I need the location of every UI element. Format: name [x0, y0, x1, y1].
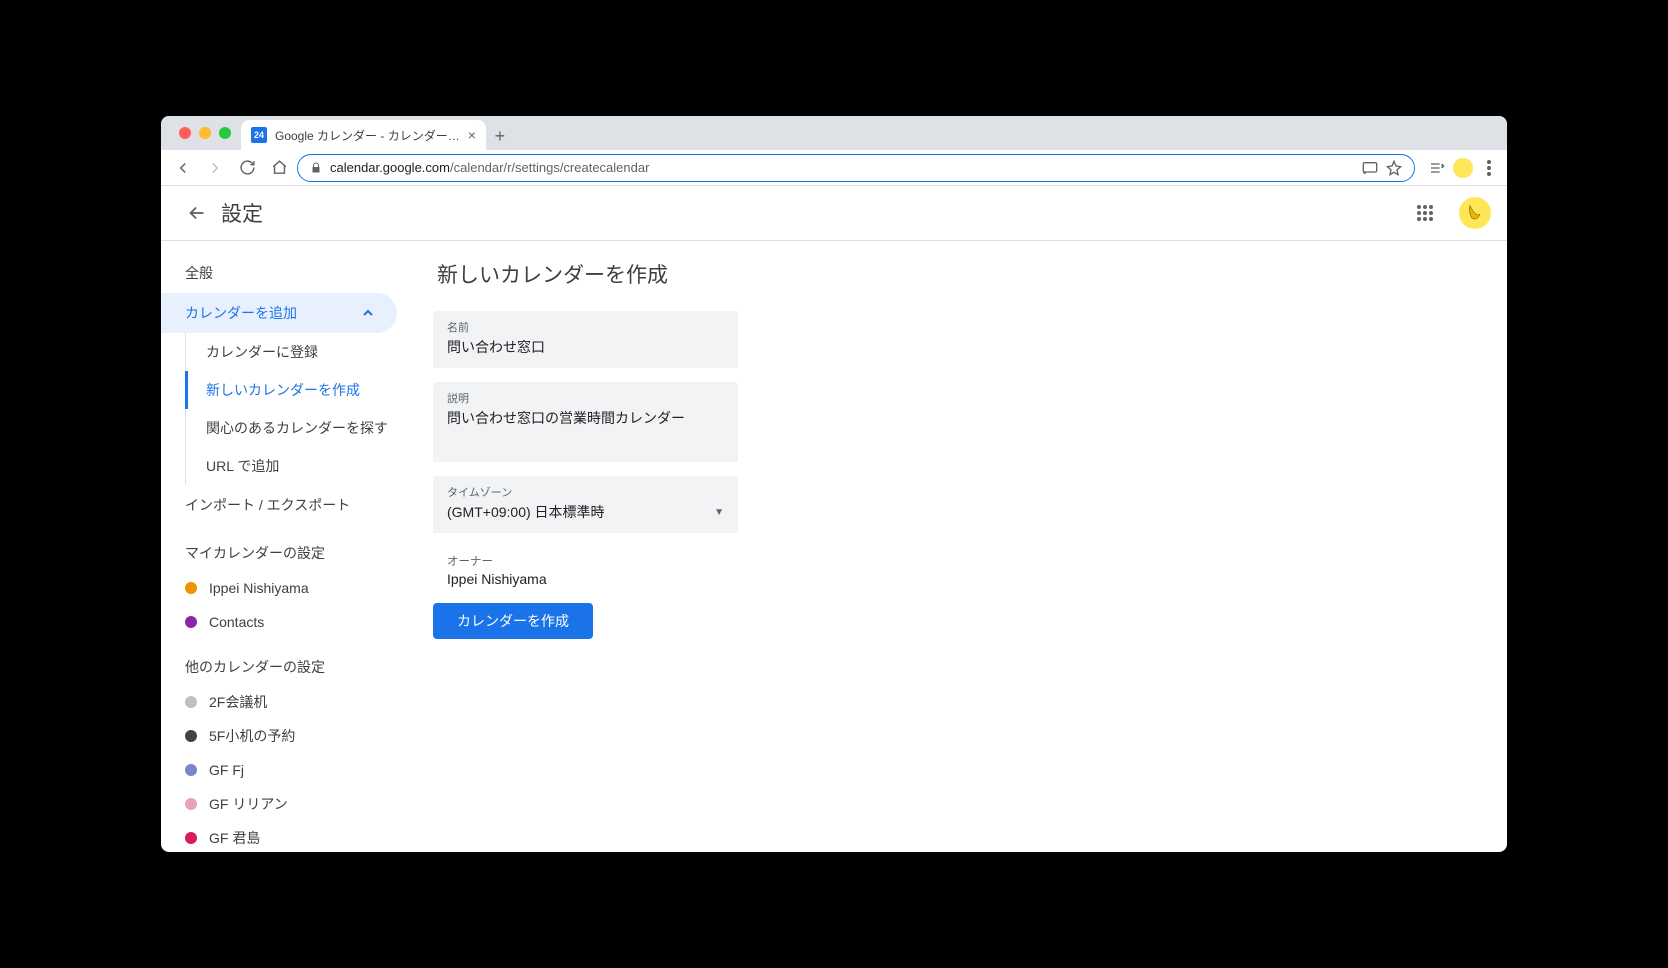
extension-icon[interactable]	[1427, 158, 1447, 178]
sidebar-item-add-calendar[interactable]: カレンダーを追加	[161, 293, 397, 333]
description-label: 説明	[447, 390, 724, 406]
calendar-color-dot	[185, 730, 197, 742]
lock-icon	[310, 162, 322, 174]
timezone-value: (GMT+09:00) 日本標準時	[447, 502, 605, 522]
sidebar-item-subscribe[interactable]: カレンダーに登録	[186, 333, 417, 371]
calendar-item[interactable]: GF リリアン	[161, 787, 417, 821]
profile-extension-icon[interactable]	[1453, 158, 1473, 178]
browser-tab[interactable]: 24 Google カレンダー - カレンダー… ×	[241, 120, 486, 150]
chevron-up-icon	[363, 308, 373, 318]
bookmark-star-icon[interactable]	[1386, 160, 1402, 176]
maximize-window-button[interactable]	[219, 127, 231, 139]
browser-toolbar: calendar.google.com/calendar/r/settings/…	[161, 150, 1507, 186]
description-field[interactable]: 説明 問い合わせ窓口の営業時間カレンダー	[433, 382, 738, 462]
calendar-color-dot	[185, 832, 197, 844]
browser-menu-icon[interactable]	[1479, 158, 1499, 178]
tab-favicon: 24	[251, 127, 267, 143]
calendar-item-label: Contacts	[209, 614, 264, 630]
extension-area	[1419, 158, 1499, 178]
calendar-color-dot	[185, 616, 197, 628]
browser-tab-bar: 24 Google カレンダー - カレンダー… × +	[161, 116, 1507, 150]
sidebar-item-url[interactable]: URL で追加	[186, 447, 417, 485]
back-button[interactable]	[169, 154, 197, 182]
create-calendar-button[interactable]: カレンダーを作成	[433, 603, 593, 639]
timezone-label: タイムゾーン	[447, 484, 605, 500]
forward-button[interactable]	[201, 154, 229, 182]
settings-back-button[interactable]	[177, 193, 217, 233]
calendar-color-dot	[185, 798, 197, 810]
close-window-button[interactable]	[179, 127, 191, 139]
name-label: 名前	[447, 319, 724, 335]
home-button[interactable]	[265, 154, 293, 182]
my-calendars-header: マイカレンダーの設定	[161, 525, 417, 571]
form-heading: 新しいカレンダーを作成	[433, 259, 1093, 289]
calendar-item[interactable]: GF 君島	[161, 821, 417, 852]
calendar-item[interactable]: Contacts	[161, 605, 417, 639]
chevron-down-icon: ▼	[714, 507, 724, 522]
add-calendar-submenu: カレンダーに登録 新しいカレンダーを作成 関心のあるカレンダーを探す URL で…	[185, 333, 417, 485]
calendar-item-label: Ippei Nishiyama	[209, 580, 309, 596]
calendar-item[interactable]: 5F小机の予約	[161, 719, 417, 753]
sidebar-item-import-export[interactable]: インポート / エクスポート	[161, 485, 397, 525]
name-value: 問い合わせ窓口	[447, 337, 724, 357]
close-tab-icon[interactable]: ×	[468, 127, 476, 143]
description-value: 問い合わせ窓口の営業時間カレンダー	[447, 408, 724, 428]
name-field[interactable]: 名前 問い合わせ窓口	[433, 311, 738, 368]
other-calendars-header: 他のカレンダーの設定	[161, 639, 417, 685]
window-controls	[169, 116, 241, 150]
owner-label: オーナー	[447, 553, 1089, 569]
sidebar-item-label: カレンダーを追加	[185, 303, 297, 323]
calendar-color-dot	[185, 696, 197, 708]
calendar-item-label: GF リリアン	[209, 794, 288, 814]
cast-icon[interactable]	[1362, 161, 1378, 175]
calendar-item-label: GF Fj	[209, 762, 244, 778]
sidebar-item-general[interactable]: 全般	[161, 253, 397, 293]
apps-grid-icon[interactable]	[1405, 193, 1445, 233]
minimize-window-button[interactable]	[199, 127, 211, 139]
calendar-item[interactable]: Ippei Nishiyama	[161, 571, 417, 605]
owner-value: Ippei Nishiyama	[447, 571, 1089, 587]
user-avatar[interactable]	[1459, 197, 1491, 229]
calendar-item-label: 2F会議机	[209, 692, 267, 712]
page-title: 設定	[221, 198, 263, 228]
calendar-item-label: 5F小机の予約	[209, 726, 295, 746]
new-tab-button[interactable]: +	[486, 122, 514, 150]
reload-button[interactable]	[233, 154, 261, 182]
settings-sidebar: 全般 カレンダーを追加 カレンダーに登録 新しいカレンダーを作成 関心のあるカレ…	[161, 241, 417, 852]
address-bar[interactable]: calendar.google.com/calendar/r/settings/…	[297, 154, 1415, 182]
calendar-item[interactable]: 2F会議机	[161, 685, 417, 719]
sidebar-item-browse[interactable]: 関心のあるカレンダーを探す	[186, 409, 417, 447]
main-content: 新しいカレンダーを作成 名前 問い合わせ窓口 説明 問い合わせ窓口の営業時間カレ…	[417, 241, 1507, 852]
calendar-color-dot	[185, 582, 197, 594]
owner-field: オーナー Ippei Nishiyama	[433, 547, 1093, 603]
calendar-item[interactable]: GF Fj	[161, 753, 417, 787]
calendar-color-dot	[185, 764, 197, 776]
tab-title: Google カレンダー - カレンダー…	[275, 127, 460, 144]
app-header: 設定	[161, 186, 1507, 241]
calendar-item-label: GF 君島	[209, 828, 260, 848]
url-text: calendar.google.com/calendar/r/settings/…	[330, 160, 649, 175]
timezone-select[interactable]: タイムゾーン (GMT+09:00) 日本標準時 ▼	[433, 476, 738, 533]
sidebar-item-create-calendar[interactable]: 新しいカレンダーを作成	[185, 371, 417, 409]
